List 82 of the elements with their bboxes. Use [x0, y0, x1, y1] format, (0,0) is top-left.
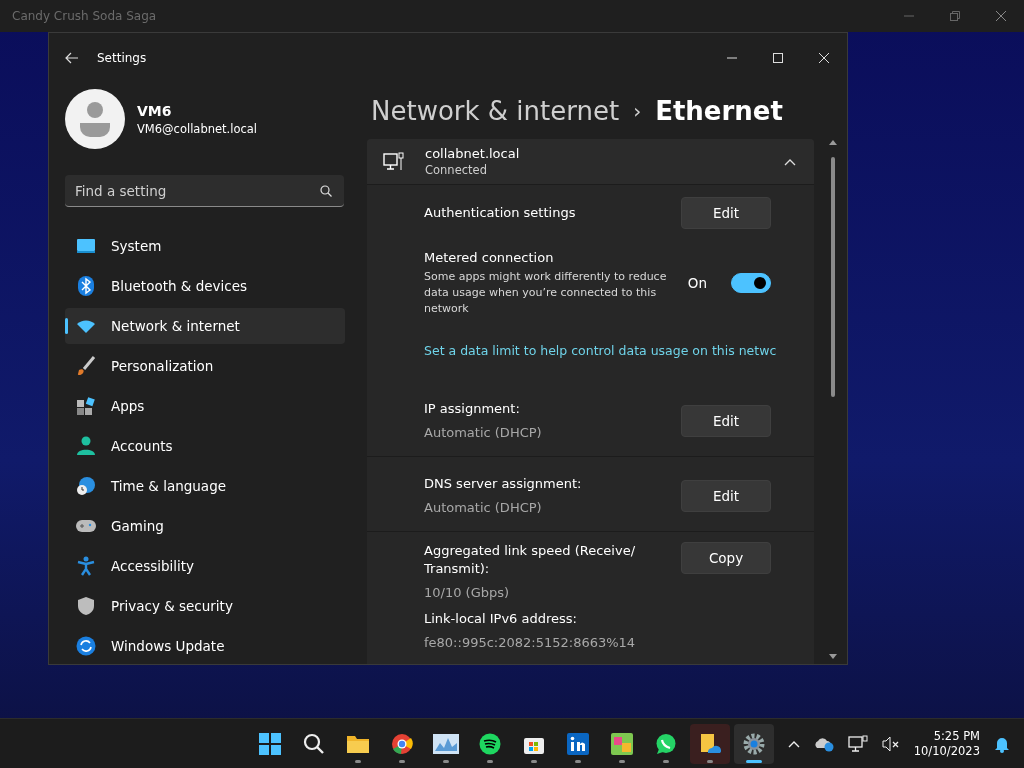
- windows-logo-icon: [258, 731, 282, 756]
- nav-item[interactable]: Accounts: [65, 428, 345, 464]
- property-value: 10/10 (Gbps): [424, 584, 511, 602]
- folder-cloud-icon: [698, 732, 722, 755]
- close-icon: [819, 53, 829, 63]
- taskbar-app[interactable]: [734, 723, 774, 764]
- row-label: DNS server assignment:: [424, 475, 583, 493]
- account-email: VM6@collabnet.local: [137, 121, 258, 136]
- nav-item[interactable]: Personalization: [65, 348, 345, 384]
- nav-item[interactable]: Gaming: [65, 508, 345, 544]
- connection-name: collabnet.local: [425, 146, 521, 161]
- window-title: Candy Crush Soda Saga: [12, 9, 157, 23]
- property-value: fe80::995c:2082:5152:8663%14: [424, 634, 637, 652]
- speaker-muted-icon[interactable]: [881, 735, 900, 752]
- music-app-icon: [479, 732, 501, 755]
- maximize-icon: [773, 53, 783, 63]
- edit-button[interactable]: Edit: [681, 197, 771, 229]
- gear-icon: [743, 732, 765, 755]
- search-icon: [303, 732, 325, 755]
- cloud-info-icon[interactable]: [813, 735, 834, 752]
- apps-icon: [76, 396, 96, 416]
- toggle-state-label: On: [687, 275, 707, 291]
- property-label: Link-local IPv6 address:: [424, 610, 578, 628]
- sync-icon: [76, 636, 96, 656]
- row-description: Some apps might work differently to reduce data usage when you’re connected to this network: [424, 269, 668, 317]
- chevron-up-icon[interactable]: [787, 739, 800, 748]
- search-icon: [320, 185, 332, 197]
- search-field[interactable]: Find a setting: [65, 175, 344, 207]
- connection-status: Connected: [425, 163, 488, 177]
- window-title: Settings: [97, 51, 147, 65]
- clock-date: 10/10/2023: [913, 743, 980, 759]
- taskbar-app[interactable]: [690, 723, 730, 764]
- nav-item[interactable]: Privacy & security: [65, 588, 345, 624]
- page-title: Ethernet: [655, 96, 783, 126]
- chat-bubble-icon: [655, 732, 677, 755]
- row-value: Automatic (DHCP): [424, 499, 543, 517]
- chart-window-icon: [433, 733, 459, 754]
- globe-clock-icon: [76, 476, 96, 496]
- display-icon: [76, 238, 96, 254]
- selection-indicator: [65, 318, 68, 334]
- network-icon[interactable]: [847, 734, 868, 753]
- wifi-icon: [76, 318, 96, 334]
- edit-button[interactable]: Edit: [681, 480, 771, 512]
- property-label: Aggregated link speed (Receive/ Transmit):: [424, 542, 637, 578]
- row-label: IP assignment:: [424, 400, 521, 418]
- folder-icon: [346, 733, 370, 754]
- breadcrumb-link[interactable]: Network & internet: [371, 96, 620, 126]
- close-icon: [996, 11, 1006, 21]
- copy-button[interactable]: Copy: [681, 542, 771, 574]
- row-value: Automatic (DHCP): [424, 424, 543, 442]
- data-limit-link[interactable]: Set a data limit to help control data usage on this netwc: [424, 343, 777, 358]
- game-tile-icon: [611, 732, 633, 755]
- back-arrow-icon[interactable]: [65, 52, 79, 64]
- account-name: VM6: [137, 102, 173, 119]
- accessibility-icon: [77, 556, 95, 576]
- gamepad-icon: [75, 518, 97, 534]
- shield-icon: [77, 596, 95, 616]
- breadcrumb-separator: ›: [633, 99, 642, 123]
- bluetooth-icon: [78, 276, 94, 296]
- scroll-down-icon: [829, 654, 837, 660]
- nav-item[interactable]: Bluetooth & devices: [65, 268, 345, 304]
- nav-item[interactable]: Time & language: [65, 468, 345, 504]
- nav-item[interactable]: Accessibility: [65, 548, 345, 584]
- scroll-up-icon: [829, 139, 837, 145]
- row-label: Authentication settings: [424, 204, 577, 222]
- person-icon: [76, 436, 96, 456]
- clock[interactable]: 5:25 PM 10/10/2023: [913, 728, 980, 759]
- nav-item[interactable]: Network & internet: [65, 308, 345, 344]
- nav-item[interactable]: Apps: [65, 388, 345, 424]
- nav-item[interactable]: Windows Update: [65, 628, 345, 664]
- toggle-switch[interactable]: [731, 273, 771, 293]
- row-label: Metered connection: [424, 249, 555, 267]
- wired-computer-icon: [383, 151, 405, 172]
- in-logo-icon: [567, 732, 589, 755]
- paintbrush-icon: [76, 356, 96, 376]
- clock-time: 5:25 PM: [933, 728, 980, 744]
- edit-button[interactable]: Edit: [681, 405, 771, 437]
- browser-icon: [391, 732, 413, 755]
- person-silhouette-icon: [79, 101, 111, 137]
- nav-item[interactable]: System: [65, 228, 345, 264]
- connection-header[interactable]: collabnet.local Connected: [367, 139, 814, 185]
- restore-icon: [950, 11, 960, 21]
